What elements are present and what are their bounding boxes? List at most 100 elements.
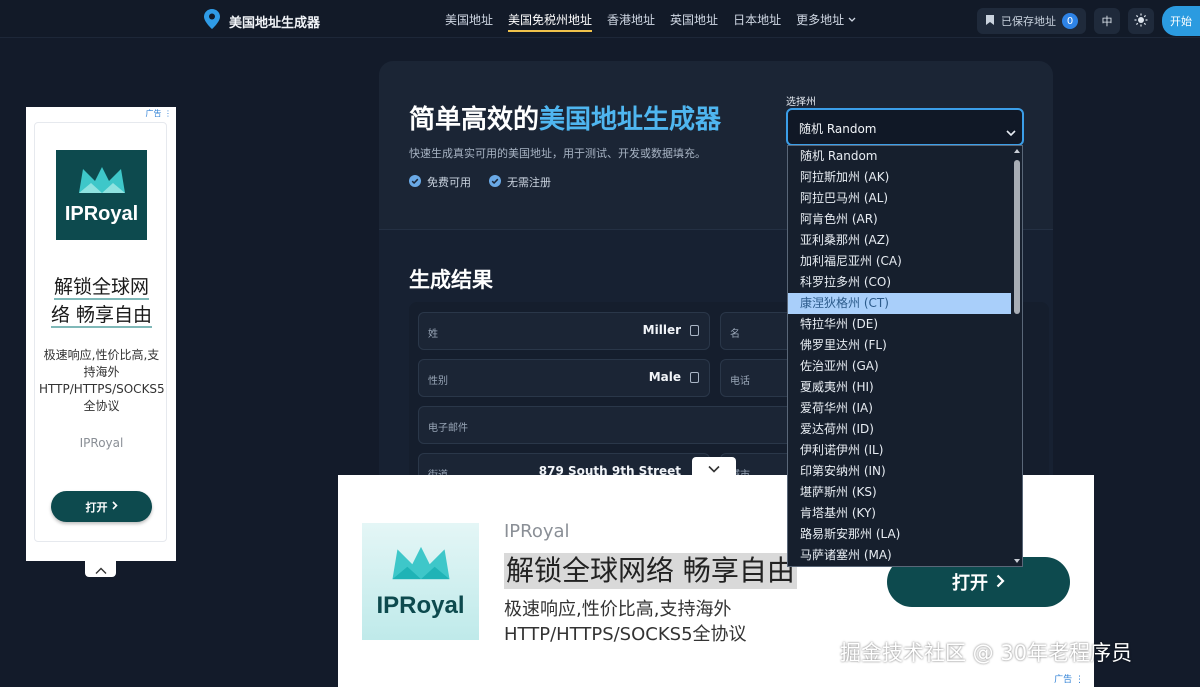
ad-open-label: 打开 bbox=[85, 500, 108, 514]
ad-headline: 解锁全球网 络 畅享自由 bbox=[41, 273, 162, 329]
badge-no-signup-label: 无需注册 bbox=[507, 176, 551, 189]
state-option[interactable]: 阿拉斯加州 (AK) bbox=[788, 167, 1012, 188]
state-option[interactable]: 阿拉巴马州 (AL) bbox=[788, 188, 1012, 209]
brand-name: 美国地址生成器 bbox=[229, 15, 321, 31]
ad-collapse-button[interactable] bbox=[692, 457, 736, 477]
field-value: Male bbox=[648, 370, 681, 384]
check-badge-icon bbox=[489, 174, 501, 190]
state-option[interactable]: 伊利诺伊州 (IL) bbox=[788, 440, 1012, 461]
theme-toggle[interactable] bbox=[1128, 8, 1154, 34]
state-option[interactable]: 夏威夷州 (HI) bbox=[788, 377, 1012, 398]
state-option[interactable]: 阿肯色州 (AR) bbox=[788, 209, 1012, 230]
state-option[interactable]: 印第安纳州 (IN) bbox=[788, 461, 1012, 482]
state-option[interactable]: 佛罗里达州 (FL) bbox=[788, 335, 1012, 356]
left-ad-content: IPRoyal 解锁全球网 络 畅享自由 极速响应,性价比高,支持海外HTTP/… bbox=[34, 122, 167, 542]
scrollbar[interactable] bbox=[1011, 146, 1022, 566]
state-option[interactable]: 路易斯安那州 (LA) bbox=[788, 524, 1012, 545]
chevron-down-icon bbox=[848, 12, 856, 26]
brand[interactable]: 美国地址生成器 bbox=[204, 9, 320, 33]
state-select-value: 随机 Random bbox=[799, 122, 877, 136]
left-ad[interactable]: 广告 ⋮ IPRoyal 解锁全球网 络 畅享自由 极速响应,性价比高,支持海外… bbox=[26, 107, 176, 561]
state-option[interactable]: 佐治亚州 (GA) bbox=[788, 356, 1012, 377]
hero-title-prefix: 简单高效的 bbox=[409, 105, 540, 135]
ad-label-text: 广告 bbox=[1054, 675, 1073, 685]
nav-link-uk[interactable]: 英国地址 bbox=[670, 0, 718, 38]
field-last-name[interactable]: 姓 Miller bbox=[418, 312, 710, 350]
ad-label: 广告 ⋮ bbox=[145, 109, 172, 118]
saved-label: 已保存地址 bbox=[1001, 15, 1056, 28]
hero-subtitle: 快速生成真实可用的美国地址，用于测试、开发或数据填充。 bbox=[409, 147, 706, 160]
field-label: 电话 bbox=[730, 376, 750, 387]
state-option[interactable]: 随机 Random bbox=[788, 146, 1012, 167]
chevron-right-icon bbox=[111, 500, 118, 513]
results-title: 生成结果 bbox=[409, 268, 493, 292]
ad-headline-line2: 络 畅享自由 bbox=[50, 304, 153, 328]
badge-free: 免费可用 bbox=[409, 174, 471, 190]
nav-link-more[interactable]: 更多地址 bbox=[796, 0, 856, 38]
field-label: 性别 bbox=[428, 376, 448, 387]
scroll-up-icon[interactable] bbox=[1014, 149, 1020, 153]
state-option[interactable]: 亚利桑那州 (AZ) bbox=[788, 230, 1012, 251]
nav-link-hk[interactable]: 香港地址 bbox=[607, 0, 655, 38]
nav-link-tax-free[interactable]: 美国免税州地址 bbox=[508, 0, 593, 38]
top-nav: 美国地址生成器 美国地址 美国免税州地址 香港地址 英国地址 日本地址 更多地址… bbox=[0, 0, 1200, 38]
state-option[interactable]: 马萨诸塞州 (MA) bbox=[788, 545, 1012, 566]
sun-icon bbox=[1134, 13, 1148, 30]
ad-label: 广告 ⋮ bbox=[1054, 675, 1084, 685]
ad-description: 极速响应,性价比高,支持海外HTTP/HTTPS/SOCKS5全协议 bbox=[504, 599, 747, 645]
chevron-down-icon bbox=[1006, 122, 1016, 141]
ad-description: 极速响应,性价比高,支持海外HTTP/HTTPS/SOCKS5全协议 bbox=[39, 348, 165, 413]
hero-title-highlight: 美国地址生成器 bbox=[539, 105, 722, 135]
state-option[interactable]: 爱达荷州 (ID) bbox=[788, 419, 1012, 440]
saved-addresses-button[interactable]: 已保存地址 0 bbox=[977, 8, 1086, 34]
badge-no-signup: 无需注册 bbox=[489, 174, 551, 190]
chevron-up-icon bbox=[95, 560, 107, 579]
check-badge-icon bbox=[409, 174, 421, 190]
field-label: 名 bbox=[730, 329, 740, 340]
chevron-right-icon bbox=[996, 572, 1005, 593]
language-toggle[interactable]: 中 bbox=[1094, 8, 1120, 34]
field-gender[interactable]: 性别 Male bbox=[418, 359, 710, 397]
scroll-down-icon[interactable] bbox=[1014, 559, 1020, 563]
state-select-label: 选择州 bbox=[786, 97, 816, 108]
start-button[interactable]: 开始 bbox=[1162, 6, 1200, 36]
ad-label-text: 广告 bbox=[145, 109, 162, 118]
nav-actions: 已保存地址 0 中 开始 bbox=[977, 6, 1200, 36]
nav-link-jp[interactable]: 日本地址 bbox=[733, 0, 781, 38]
more-label: 更多地址 bbox=[796, 12, 845, 27]
ad-headline: 解锁全球网络 畅享自由 bbox=[504, 553, 797, 589]
nav-links: 美国地址 美国免税州地址 香港地址 英国地址 日本地址 更多地址 bbox=[445, 0, 856, 38]
scrollbar-thumb[interactable] bbox=[1014, 160, 1020, 314]
feature-badges: 免费可用 无需注册 bbox=[409, 174, 551, 190]
hero-title: 简单高效的美国地址生成器 bbox=[409, 99, 721, 136]
state-option[interactable]: 康涅狄格州 (CT) bbox=[788, 293, 1012, 314]
state-option[interactable]: 堪萨斯州 (KS) bbox=[788, 482, 1012, 503]
chevron-down-icon bbox=[708, 458, 720, 477]
ad-open-button[interactable]: 打开 bbox=[51, 491, 152, 522]
iproyal-logo: IPRoyal bbox=[362, 523, 479, 640]
ad-headline-line1: 解锁全球网 bbox=[53, 276, 149, 300]
state-option[interactable]: 科罗拉多州 (CO) bbox=[788, 272, 1012, 293]
state-dropdown[interactable]: 随机 Random 阿拉斯加州 (AK) 阿拉巴马州 (AL) 阿肯色州 (AR) 亚利… bbox=[787, 145, 1023, 567]
ad-brand: IPRoyal bbox=[504, 521, 570, 542]
nav-link-us[interactable]: 美国地址 bbox=[445, 0, 493, 38]
copy-icon[interactable] bbox=[690, 325, 699, 336]
iproyal-logo: IPRoyal bbox=[56, 150, 147, 240]
state-option[interactable]: 肯塔基州 (KY) bbox=[788, 503, 1012, 524]
field-value: Miller bbox=[642, 323, 681, 337]
field-label: 姓 bbox=[428, 329, 438, 340]
state-select[interactable]: 随机 Random bbox=[786, 108, 1024, 146]
state-option[interactable]: 爱荷华州 (IA) bbox=[788, 398, 1012, 419]
badge-free-label: 免费可用 bbox=[427, 176, 471, 189]
state-option[interactable]: 特拉华州 (DE) bbox=[788, 314, 1012, 335]
logo-text: IPRoyal bbox=[64, 202, 139, 225]
copy-icon[interactable] bbox=[690, 372, 699, 383]
field-label: 电子邮件 bbox=[428, 423, 468, 434]
crown-icon bbox=[390, 544, 452, 586]
state-option[interactable]: 加利福尼亚州 (CA) bbox=[788, 251, 1012, 272]
saved-count-badge: 0 bbox=[1062, 13, 1078, 29]
ad-brand: IPRoyal bbox=[79, 436, 124, 450]
crown-icon bbox=[77, 165, 127, 199]
watermark: 掘金技术社区 @ 30年老程序员 bbox=[840, 641, 1133, 665]
left-ad-toggle[interactable] bbox=[85, 561, 116, 577]
